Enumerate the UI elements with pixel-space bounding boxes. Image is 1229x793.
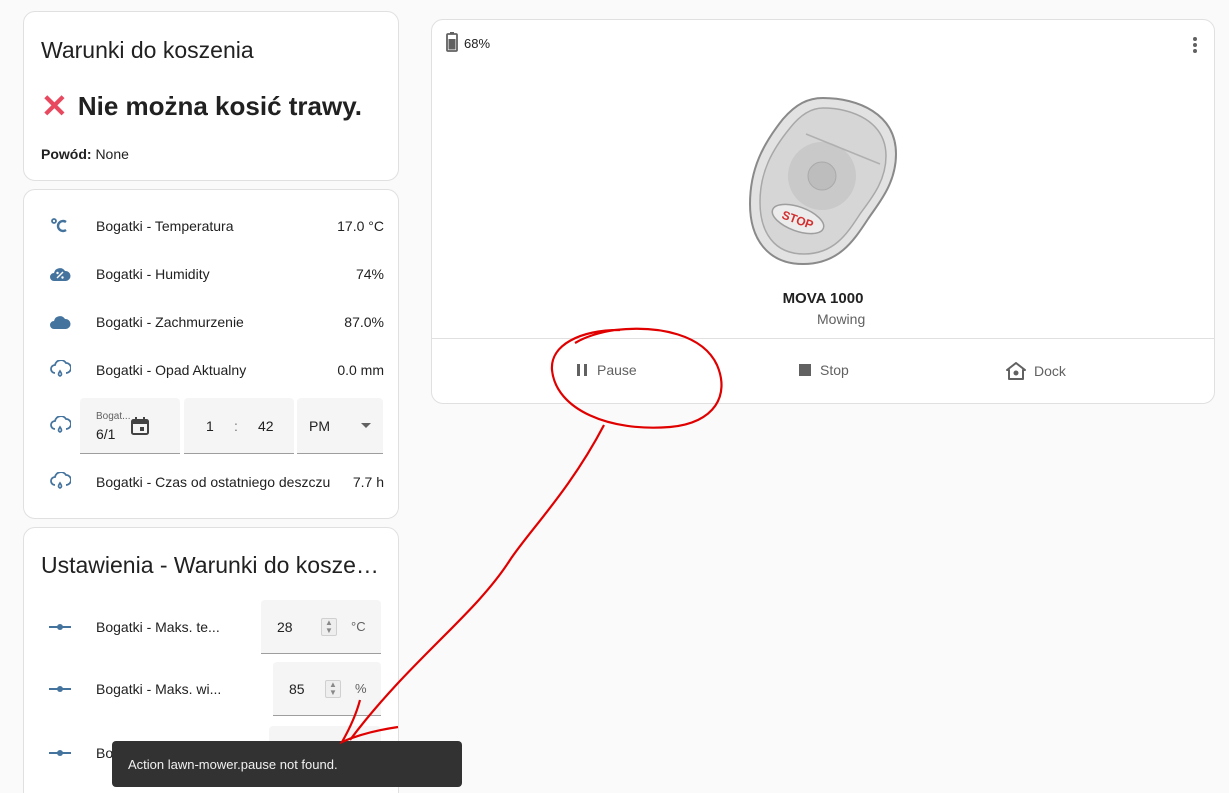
reason-value: None <box>95 146 129 162</box>
sensor-row-rain[interactable]: Bogatki - Opad Aktualny 0.0 mm <box>24 346 398 394</box>
setting-row-max-temp: Bogatki - Maks. te... 28 ▲ ▼ °C <box>24 600 398 654</box>
sensor-value: 0.0 mm <box>337 362 384 378</box>
error-toast: Action lawn-mower.pause not found. <box>112 741 462 787</box>
date-value: 6/1 <box>96 426 116 442</box>
slider-icon <box>48 741 72 765</box>
reason: Powód: None <box>41 146 129 162</box>
spinner-icon[interactable]: ▲ ▼ <box>321 618 337 636</box>
cloud-rain-icon <box>48 470 72 494</box>
sensor-value: 7.7 h <box>352 474 384 490</box>
date-picker-field[interactable]: Bogat... 6/1 <box>80 398 180 454</box>
calendar-icon[interactable] <box>130 416 150 439</box>
reason-label: Powód: <box>41 146 92 162</box>
setting-name: Bo <box>96 745 114 761</box>
setting-name: Bogatki - Maks. te... <box>96 619 220 635</box>
max-humidity-input[interactable]: 85 ▲ ▼ % <box>273 662 381 716</box>
home-dock-icon <box>1006 362 1026 380</box>
sensor-value: 74% <box>355 266 384 282</box>
slider-icon <box>48 615 72 639</box>
date-label: Bogat... <box>96 411 131 422</box>
cloud-percent-icon <box>48 262 72 286</box>
dock-label: Dock <box>1034 363 1066 379</box>
stop-icon <box>798 363 812 377</box>
sensor-name: Bogatki - Humidity <box>96 266 210 282</box>
setting-row-max-humidity: Bogatki - Maks. wi... 85 ▲ ▼ % <box>24 662 398 716</box>
slider-icon <box>48 677 72 701</box>
minute-value[interactable]: 42 <box>258 418 274 434</box>
sensor-row-humidity[interactable]: Bogatki - Humidity 74% <box>24 250 398 298</box>
stop-button[interactable]: Stop <box>798 362 849 378</box>
input-value: 28 <box>277 619 293 635</box>
setting-name: Bogatki - Maks. wi... <box>96 681 222 697</box>
dock-button[interactable]: Dock <box>1006 362 1066 380</box>
stop-label: Stop <box>820 362 849 378</box>
input-unit: % <box>355 681 367 696</box>
cloud-rain-icon <box>48 414 72 438</box>
sensor-value: 17.0 °C <box>337 218 384 234</box>
max-temp-input[interactable]: 28 ▲ ▼ °C <box>261 600 381 654</box>
settings-title: Ustawienia - Warunki do koszenia <box>41 552 386 578</box>
hour-value[interactable]: 1 <box>206 418 214 434</box>
toast-message: Action lawn-mower.pause not found. <box>128 756 338 772</box>
ampm-select[interactable]: PM <box>297 398 383 454</box>
sensors-card: Bogatki - Temperatura 17.0 °C Bogatki - … <box>23 189 399 519</box>
sensor-name: Bogatki - Opad Aktualny <box>96 362 247 378</box>
mowing-conditions-card: Warunki do koszenia ✕ Nie można kosić tr… <box>23 11 399 181</box>
verdict-text: Nie można kosić trawy. <box>77 90 362 121</box>
sensor-row-time-since-rain[interactable]: Bogatki - Czas od ostatniego deszczu 7.7… <box>24 458 398 506</box>
sensor-row-cloudiness[interactable]: Bogatki - Zachmurzenie 87.0% <box>24 298 398 346</box>
cloud-icon <box>48 310 72 334</box>
sensor-row-temperature[interactable]: Bogatki - Temperatura 17.0 °C <box>24 202 398 250</box>
cloud-rain-icon <box>48 358 72 382</box>
input-unit: °C <box>351 619 366 634</box>
mower-image: STOP <box>748 94 898 271</box>
verdict: ✕ Nie można kosić trawy. <box>41 90 362 122</box>
battery-indicator[interactable]: 68% <box>446 32 490 55</box>
conditions-title: Warunki do koszenia <box>41 37 254 63</box>
battery-icon <box>446 32 458 55</box>
battery-level: 68% <box>464 36 491 51</box>
thermometer-celsius-icon <box>48 214 72 238</box>
mower-name: MOVA 1000 <box>782 290 864 307</box>
chevron-down-icon <box>361 423 371 428</box>
pause-label: Pause <box>597 362 637 378</box>
sensor-value: 87.0% <box>344 314 384 330</box>
sensor-name: Bogatki - Temperatura <box>96 218 234 234</box>
time-field[interactable]: 1 : 42 <box>184 398 294 454</box>
pause-button[interactable]: Pause <box>575 362 637 378</box>
input-value: 85 <box>289 681 305 697</box>
time-separator: : <box>234 418 238 434</box>
cross-mark-icon: ✕ <box>41 88 68 124</box>
more-vert-icon[interactable] <box>1192 36 1198 59</box>
pause-icon <box>575 363 589 377</box>
mower-state: Mowing <box>817 311 866 327</box>
sensor-row-last-rain-datetime: Bogat... 6/1 1 : 42 PM <box>24 398 398 454</box>
sensor-name: Bogatki - Zachmurzenie <box>96 314 244 330</box>
sensor-name: Bogatki - Czas od ostatniego deszczu <box>96 474 331 490</box>
divider <box>432 338 1214 339</box>
ampm-value: PM <box>309 418 330 434</box>
spinner-icon[interactable]: ▲ ▼ <box>325 680 341 698</box>
lawn-mower-card: 68% STOP MOVA 1000 Mowing Pause Stop Doc… <box>431 19 1215 404</box>
